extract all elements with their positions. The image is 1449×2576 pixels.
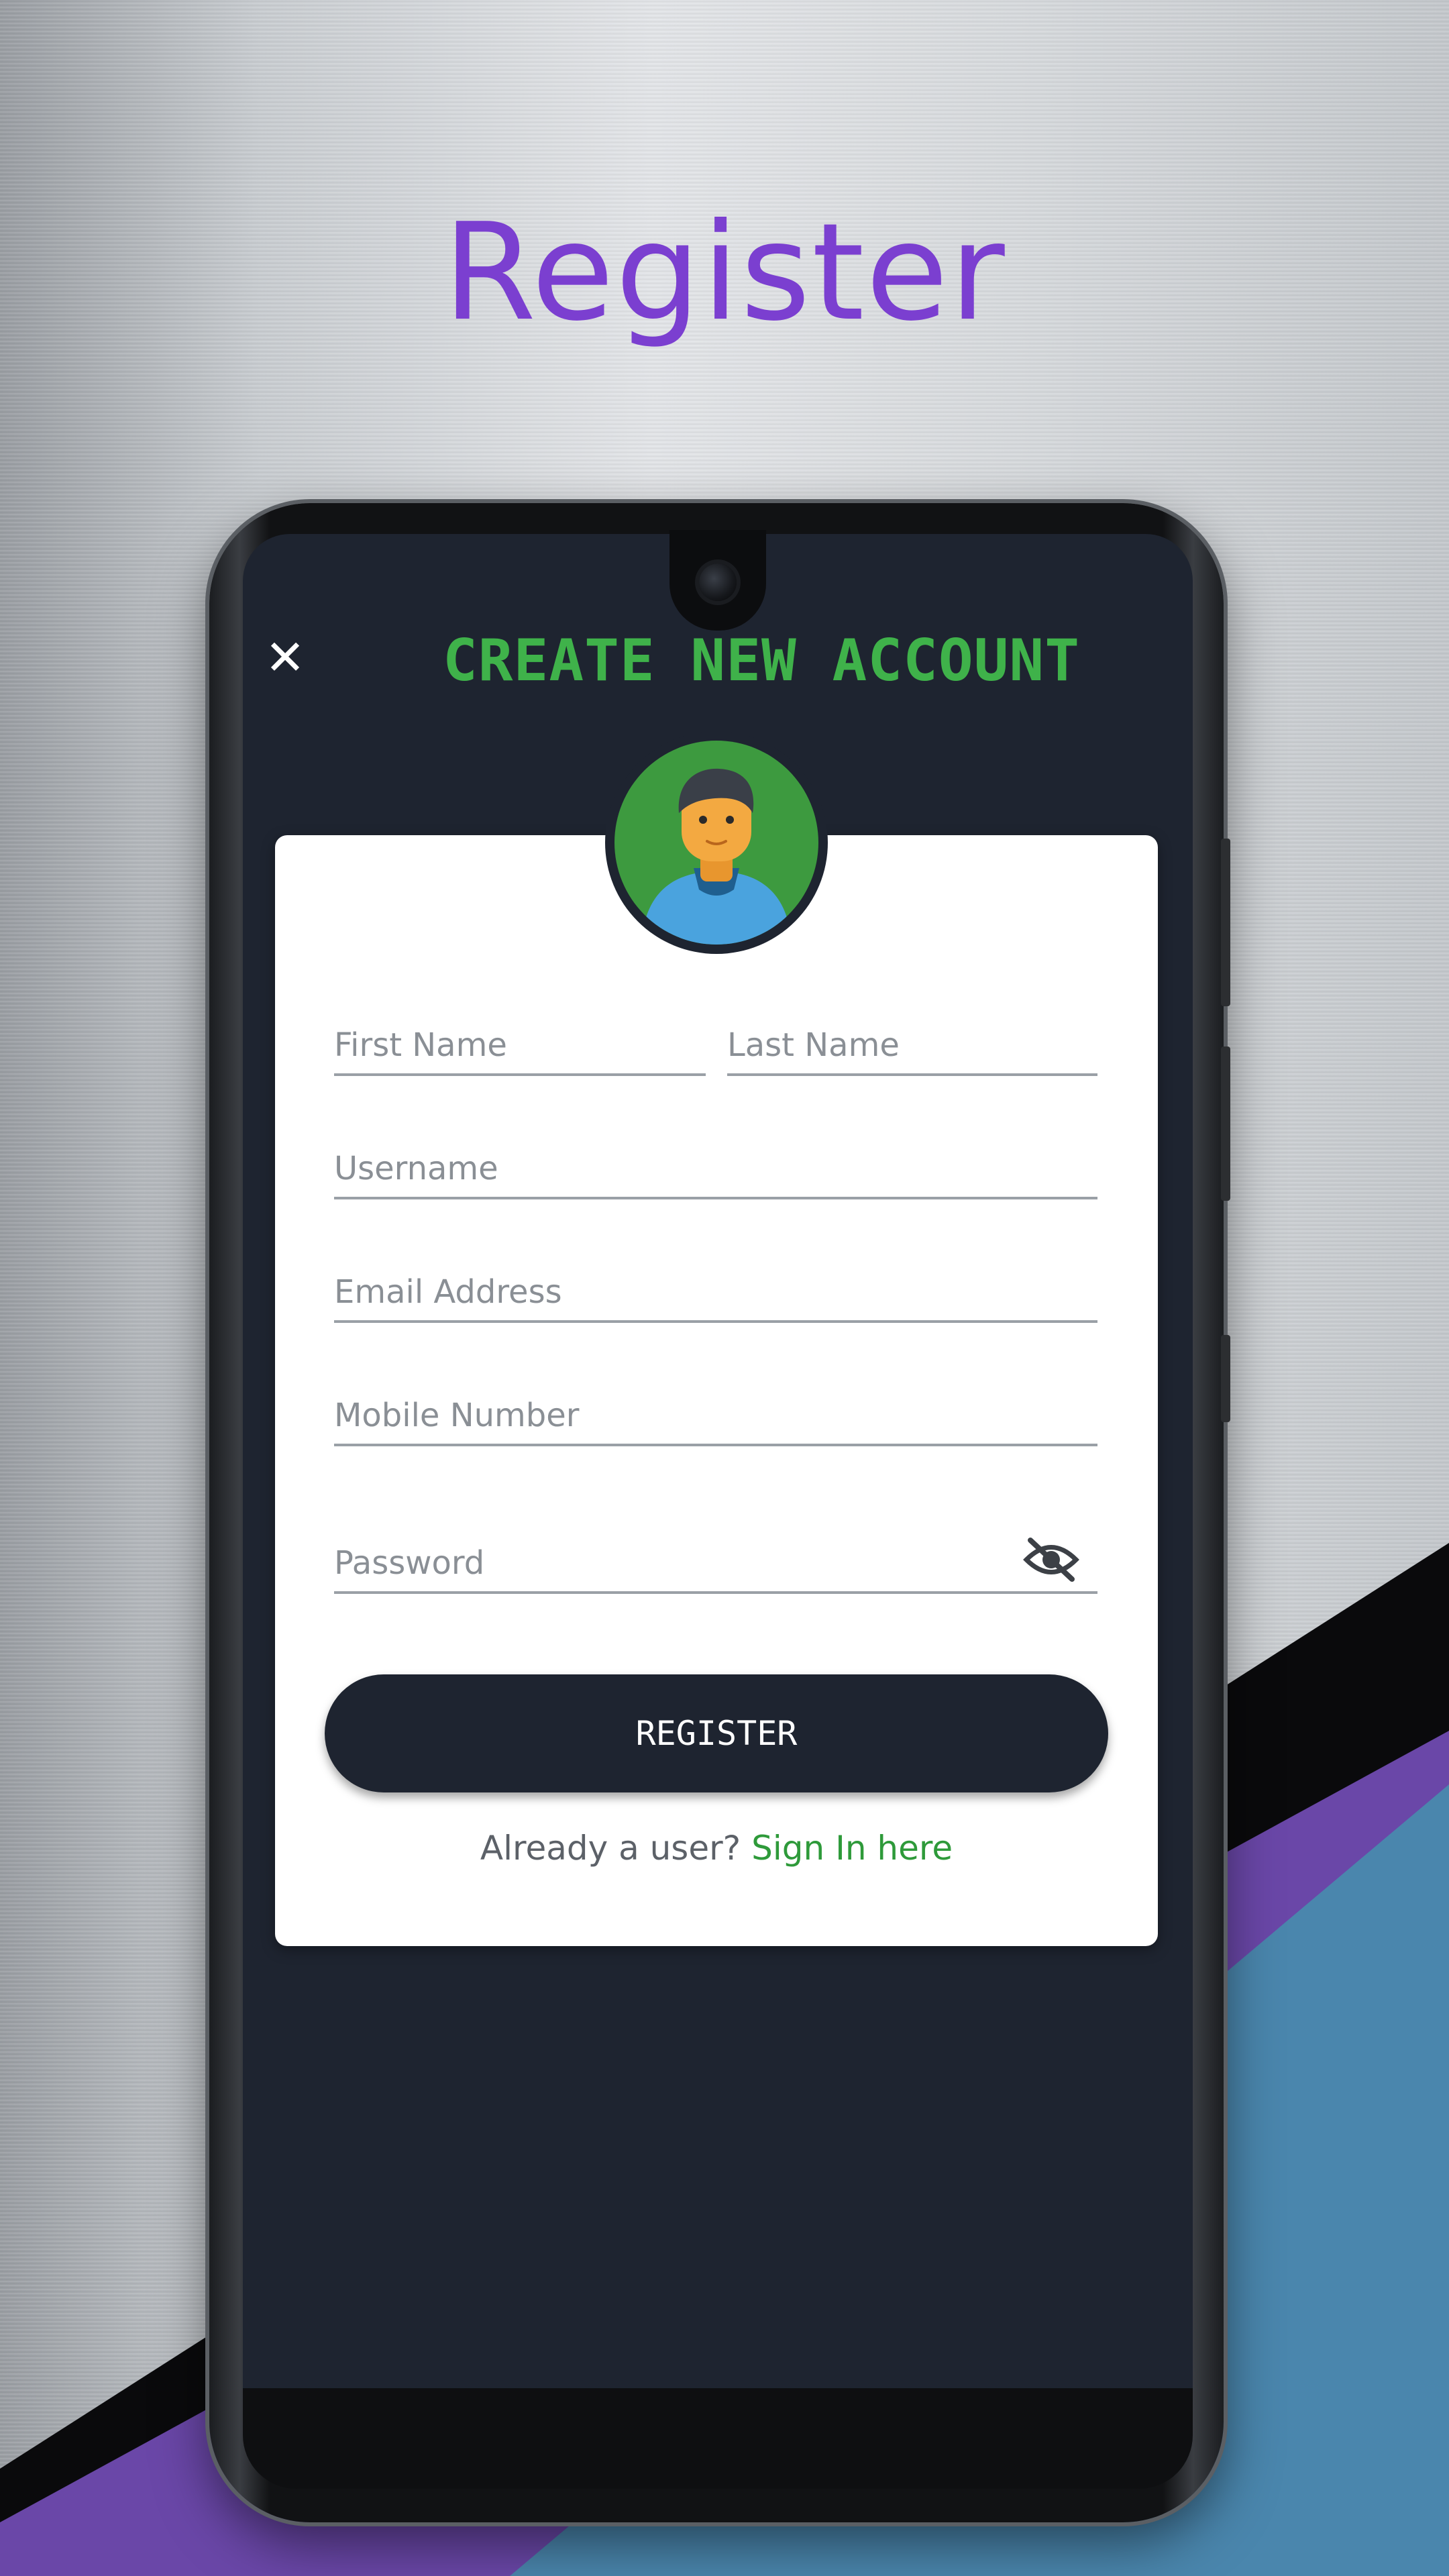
mobile-field[interactable]: Mobile Number [334,1383,1097,1446]
password-field[interactable]: Password [334,1531,1097,1594]
email-placeholder: Email Address [334,1273,562,1311]
last-name-placeholder: Last Name [727,1026,900,1064]
phone-side-button [1221,1335,1230,1422]
screen-title: CREATE NEW ACCOUNT [443,627,1080,694]
first-name-field[interactable]: First Name [334,1013,706,1076]
register-button[interactable]: REGISTER [325,1674,1108,1792]
last-name-field[interactable]: Last Name [727,1013,1097,1076]
first-name-placeholder: First Name [334,1026,507,1064]
signin-row: Already a user? Sign In here [275,1829,1158,1868]
front-camera [699,564,737,601]
phone-side-button [1221,839,1230,1006]
signin-prompt: Already a user? [480,1829,741,1868]
username-field[interactable]: Username [334,1136,1097,1199]
promo-title: Register [443,195,1006,351]
phone-side-button [1221,1046,1230,1201]
close-icon: ✕ [264,629,306,686]
phone-bottom-bezel [243,2388,1193,2489]
username-placeholder: Username [334,1150,498,1187]
mobile-placeholder: Mobile Number [334,1397,580,1434]
password-placeholder: Password [334,1544,485,1582]
close-button[interactable]: ✕ [262,633,309,682]
signin-link[interactable]: Sign In here [751,1829,953,1868]
avatar [605,731,828,954]
user-avatar-icon [614,741,818,945]
email-field[interactable]: Email Address [334,1260,1097,1323]
eye-off-icon[interactable] [1022,1536,1080,1583]
